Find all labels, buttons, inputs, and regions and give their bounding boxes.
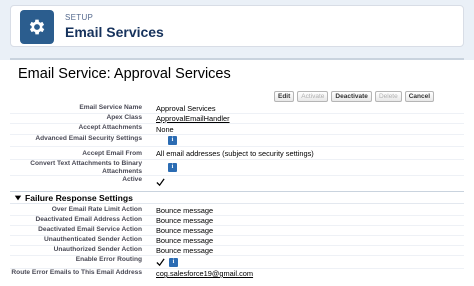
detail-card: Email Service: Approval Services Edit Ac…: [10, 58, 464, 286]
field-label: Email Service Name: [79, 104, 142, 111]
field-label: Unauthorized Sender Action: [53, 246, 142, 253]
checkbox-unchecked: [156, 164, 164, 172]
info-icon[interactable]: i: [168, 163, 177, 172]
field-label: Active: [122, 176, 142, 183]
detail-row: Active: [10, 176, 464, 189]
field-label: Deactivated Email Address Action: [35, 216, 142, 223]
page-title: Email Service: Approval Services: [18, 66, 231, 82]
field-label: Unauthenticated Sender Action: [44, 236, 142, 243]
detail-row: Accept Attachments None: [10, 124, 464, 135]
field-label: Over Email Rate Limit Action: [51, 206, 142, 213]
page-header: SETUP Email Services: [10, 5, 464, 47]
delete-button[interactable]: Delete: [374, 91, 402, 102]
field-value: Bounce message: [156, 216, 214, 225]
detail-row: Route Error Emails to This Email Address…: [10, 269, 464, 286]
gear-icon: [20, 10, 54, 44]
field-value: Bounce message: [156, 246, 214, 255]
apex-class-link[interactable]: ApprovalEmailHandler: [156, 114, 230, 123]
detail-row: Enable Error Routing i: [10, 256, 464, 269]
detail-row: Email Service Name Approval Services: [10, 104, 464, 114]
checkbox-unchecked: [156, 137, 164, 145]
detail-row: Deactivated Email Service Action Bounce …: [10, 226, 464, 236]
failure-section-header[interactable]: Failure Response Settings: [10, 191, 464, 204]
detail-row: Unauthenticated Sender Action Bounce mes…: [10, 236, 464, 246]
detail-row: Convert Text Attachments to Binary Attac…: [10, 160, 464, 176]
error-email-link[interactable]: cog.salesforce19@gmail.com: [156, 269, 253, 278]
field-value: Bounce message: [156, 206, 214, 215]
field-label: Enable Error Routing: [75, 256, 142, 263]
field-label: Apex Class: [106, 114, 142, 121]
field-label: Accept Email From: [82, 150, 142, 157]
failure-section: Over Email Rate Limit Action Bounce mess…: [10, 206, 464, 286]
info-icon[interactable]: i: [169, 257, 178, 267]
button-row: Edit Activate Deactivate Delete Cancel: [274, 91, 435, 102]
collapse-triangle-icon[interactable]: [14, 194, 22, 202]
activate-button[interactable]: Activate: [297, 91, 329, 102]
field-value: None: [156, 124, 174, 134]
field-value: All email addresses (subject to security…: [156, 148, 314, 158]
field-label: Deactivated Email Service Action: [38, 226, 142, 233]
detail-row: Deactivated Email Address Action Bounce …: [10, 216, 464, 226]
detail-section: Email Service Name Approval Services Ape…: [10, 104, 464, 189]
cancel-button[interactable]: Cancel: [404, 91, 435, 102]
detail-row: Advanced Email Security Settings i: [10, 135, 464, 147]
info-icon[interactable]: i: [168, 136, 177, 145]
field-label: Route Error Emails to This Email Address: [11, 269, 142, 276]
edit-button[interactable]: Edit: [274, 91, 295, 102]
detail-row: Accept Email From All email addresses (s…: [10, 147, 464, 160]
field-value: Bounce message: [156, 236, 214, 245]
detail-row: Over Email Rate Limit Action Bounce mess…: [10, 206, 464, 216]
checkmark-icon: [156, 258, 165, 266]
field-label: Accept Attachments: [78, 124, 142, 131]
setup-label: SETUP: [65, 13, 94, 22]
field-label: Advanced Email Security Settings: [35, 135, 142, 142]
detail-row: Unauthorized Sender Action Bounce messag…: [10, 246, 464, 256]
field-label: Convert Text Attachments to Binary Attac…: [30, 160, 142, 175]
field-value: Approval Services: [156, 104, 216, 113]
header-title: Email Services: [65, 24, 164, 40]
detail-row: Apex Class ApprovalEmailHandler: [10, 114, 464, 124]
deactivate-button[interactable]: Deactivate: [331, 91, 372, 102]
checkmark-icon: [156, 178, 165, 187]
field-value: Bounce message: [156, 226, 214, 235]
section-title: Failure Response Settings: [25, 192, 133, 203]
